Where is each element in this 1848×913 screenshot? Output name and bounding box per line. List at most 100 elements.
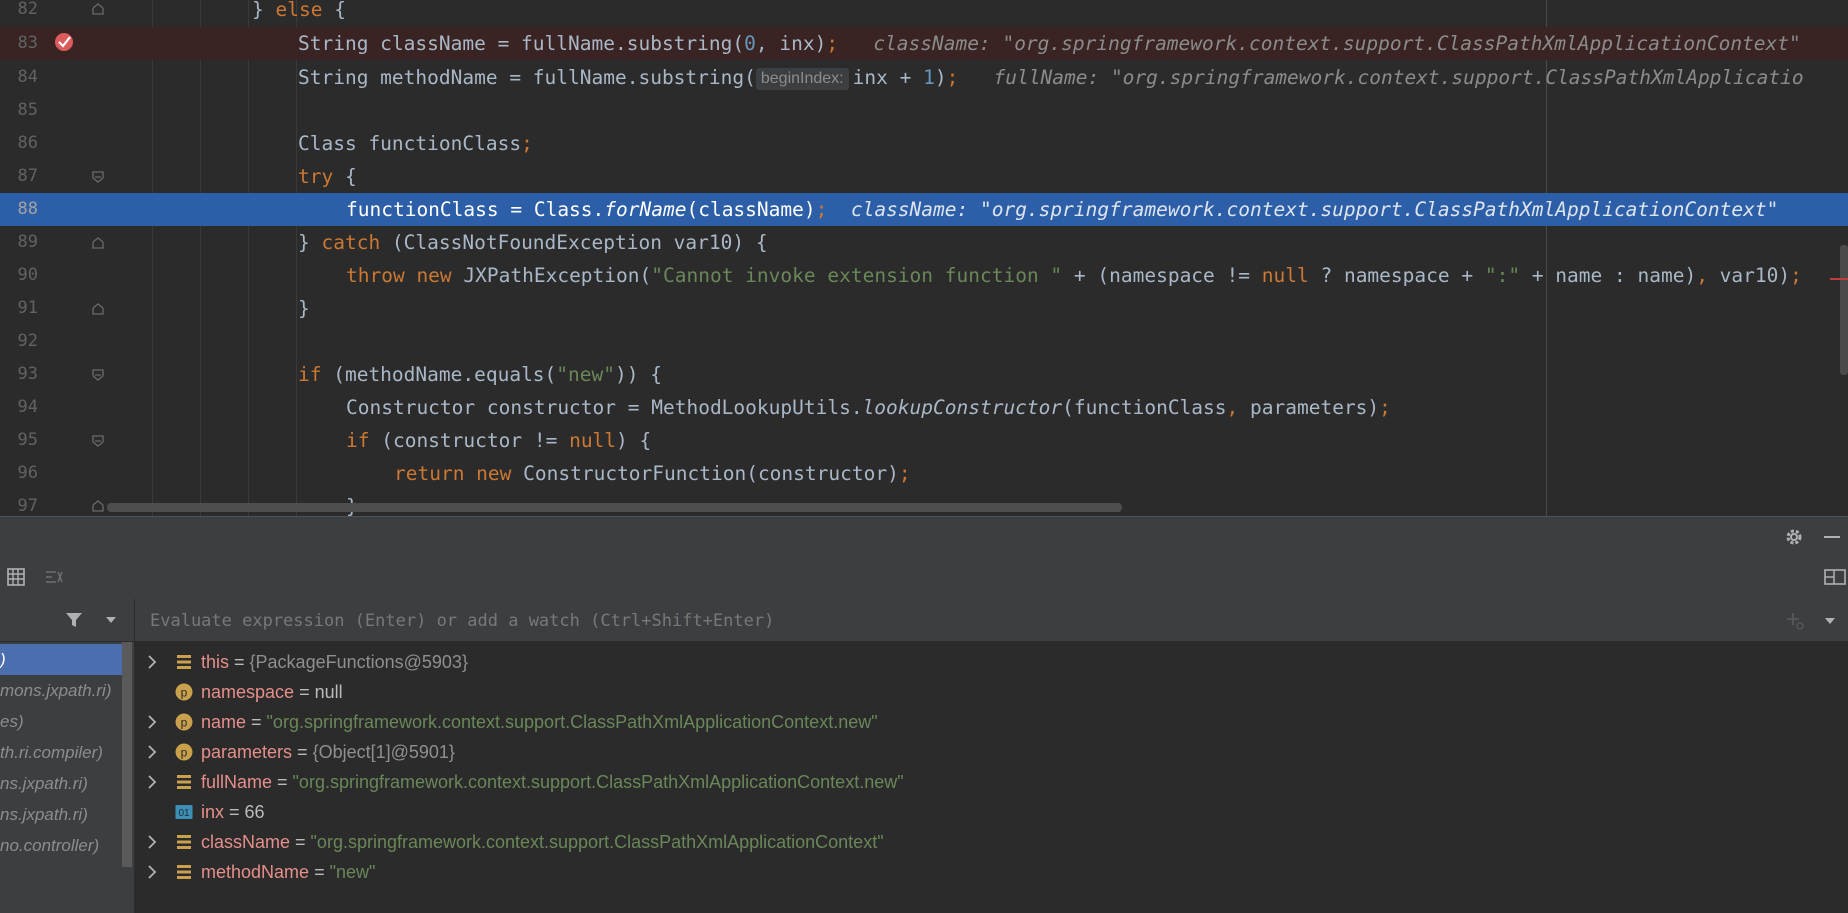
variable-row[interactable]: p namespace = null [135,677,1848,707]
variable-row[interactable]: p name = "org.springframework.context.sup… [135,707,1848,737]
code-line[interactable]: 89 } catch (ClassNotFoundException var10… [0,226,1848,259]
layout-icon[interactable] [1824,568,1846,586]
code-line[interactable]: 96 return new ConstructorFunction(constr… [0,457,1848,490]
code-line[interactable]: 87 try { [0,160,1848,193]
code-text: } catch (ClassNotFoundException var10) { [298,231,768,254]
variable-value: "org.springframework.context.support.Cla… [292,772,904,792]
fold-marker-icon[interactable] [91,368,105,382]
inline-value-hint: className: "org.springframework.context.… [850,198,1779,221]
line-number: 85 [17,100,38,120]
code-line[interactable]: 84 String methodName = fullName.substrin… [0,61,1848,94]
code-editor[interactable]: 82 } else { 83 String className = fullNa… [0,0,1848,516]
code-line[interactable]: 92 [0,325,1848,358]
frames-panel: ) mons.jxpath.ri) es) th.ri.compiler) ns… [0,599,135,913]
code-line-breakpoint[interactable]: 83 String className = fullName.substring… [0,27,1848,60]
line-number: 92 [17,331,38,351]
code-text: } else { [252,0,346,21]
code-line[interactable]: 85 [0,94,1848,127]
equals-sign: = [246,712,267,732]
line-number: 84 [17,67,38,87]
frame-item[interactable]: th.ri.compiler) [0,737,124,768]
expand-chevron-icon[interactable] [145,647,159,677]
code-text: return new ConstructorFunction(construct… [394,462,911,485]
variable-text: className = "org.springframework.context… [201,827,884,857]
debug-toolbar [0,556,1848,600]
variable-text: namespace = null [201,677,343,707]
variable-value: null [314,682,343,702]
compare-icon[interactable] [44,568,64,586]
variable-name: namespace [201,682,295,702]
fold-marker-icon[interactable] [91,434,105,448]
code-text: if (constructor != null) { [346,429,652,452]
fold-marker-icon[interactable] [91,170,105,184]
variable-value: {Object[1]@5901} [312,742,455,762]
expand-chevron-icon[interactable] [145,827,159,857]
variable-text: this = {PackageFunctions@5903} [201,647,468,677]
line-number: 88 [17,199,38,219]
code-line[interactable]: 90 throw new JXPathException("Cannot inv… [0,259,1848,292]
frame-item[interactable]: es) [0,706,124,737]
parameter-icon: p [175,743,193,761]
code-line[interactable]: 93 if (methodName.equals("new")) { [0,358,1848,391]
code-line[interactable]: 86 Class functionClass; [0,127,1848,160]
frame-item[interactable]: ns.jxpath.ri) [0,799,124,830]
field-icon [177,835,191,849]
fold-marker-icon[interactable] [91,302,105,316]
error-stripe-mark[interactable] [1830,278,1848,280]
variable-row[interactable]: className = "org.springframework.context… [135,827,1848,857]
expand-chevron-icon[interactable] [145,737,159,767]
equals-sign: = [229,652,250,672]
expand-chevron-icon[interactable] [145,767,159,797]
variable-row[interactable]: p parameters = {Object[1]@5901} [135,737,1848,767]
frame-item[interactable]: ns.jxpath.ri) [0,768,124,799]
frame-item[interactable]: mons.jxpath.ri) [0,675,124,706]
code-line-current[interactable]: 88 functionClass = Class.forName(classNa… [0,193,1848,226]
svg-text:p: p [181,716,188,730]
horizontal-scrollbar[interactable] [107,503,1122,512]
dropdown-arrow-icon[interactable] [105,615,117,625]
code-line[interactable]: 95 if (constructor != null) { [0,424,1848,457]
frame-item[interactable]: no.controller) [0,830,124,861]
gear-icon[interactable] [1784,527,1804,547]
variable-text: fullName = "org.springframework.context.… [201,767,904,797]
fold-marker-icon[interactable] [91,499,105,513]
parameter-hint: beginIndex: [755,67,849,90]
equals-sign: = [272,772,293,792]
vertical-scrollbar[interactable] [1840,245,1848,375]
line-number: 97 [17,496,38,516]
parameter-icon: p [175,713,193,731]
code-line[interactable]: 91 } [0,292,1848,325]
code-text: String className = fullName.substring(0,… [298,32,1801,55]
code-line[interactable]: 82 } else { [0,0,1848,26]
frames-scrollbar[interactable] [122,642,132,867]
code-line[interactable]: 94 Constructor constructor = MethodLooku… [0,391,1848,424]
svg-text:01: 01 [178,808,190,819]
line-number: 95 [17,430,38,450]
minimize-icon[interactable] [1822,527,1842,547]
watch-expression-input[interactable] [148,599,1652,643]
line-number: 93 [17,364,38,384]
expand-chevron-icon[interactable] [145,707,159,737]
frame-item[interactable]: ) [0,644,124,675]
fold-marker-icon[interactable] [91,236,105,250]
variable-name: this [201,652,230,672]
line-number: 96 [17,463,38,483]
variable-row[interactable]: this = {PackageFunctions@5903} [135,647,1848,677]
code-text: if (methodName.equals("new")) { [298,363,662,386]
fold-marker-icon[interactable] [91,2,105,16]
svg-text:p: p [181,686,188,700]
table-view-icon[interactable] [7,568,25,586]
filter-icon[interactable] [65,611,83,629]
code-text: try { [298,165,357,188]
variable-row[interactable]: 01 inx = 66 [135,797,1848,827]
variable-row[interactable]: fullName = "org.springframework.context.… [135,767,1848,797]
watch-dropdown-icon[interactable] [1824,616,1836,626]
add-watch-icon[interactable] [1785,611,1805,631]
variable-row[interactable]: methodName = "new" [135,857,1848,887]
variables-panel: this = {PackageFunctions@5903} p namespace… [135,599,1848,913]
breakpoint-icon[interactable] [54,32,74,52]
variable-name: inx [201,802,225,822]
line-number: 86 [17,133,38,153]
variable-name: fullName [201,772,273,792]
expand-chevron-icon[interactable] [145,857,159,887]
